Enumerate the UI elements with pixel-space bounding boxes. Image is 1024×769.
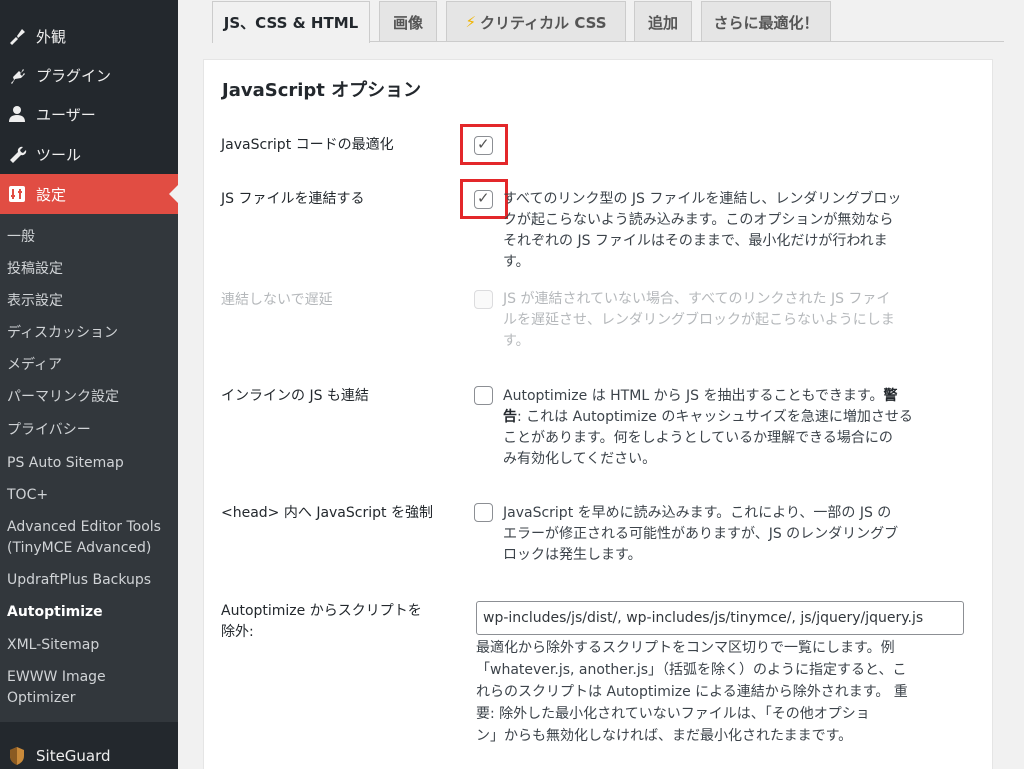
desc-line: JS が連結されていない場合、すべてのリンクされた JS ファイ xyxy=(503,291,891,307)
tab-label: クリティカル CSS xyxy=(480,13,607,32)
user-icon xyxy=(4,103,30,125)
checkbox-inline-js[interactable] xyxy=(474,386,493,405)
submenu-updraftplus[interactable]: UpdraftPlus Backups xyxy=(7,570,151,591)
desc-line: クが起こらないよう読み込みます。このオプションが無効なら xyxy=(503,212,894,228)
desc-line: 告: これは Autoptimize のキャッシュサイズを急速に増加させる xyxy=(503,407,963,428)
menu-label: 外観 xyxy=(36,27,67,46)
desc-line: す。 xyxy=(503,254,530,270)
desc-inline-js: Autoptimize は HTML から JS を抽出することもできます。警 … xyxy=(503,386,963,470)
desc-line: ロックは発生します。 xyxy=(503,547,642,563)
menu-settings[interactable]: 設定 xyxy=(0,174,178,214)
desc-line: すべてのリンク型の JS ファイルを連結し、レンダリングブロッ xyxy=(503,191,902,207)
submenu-toc-plus[interactable]: TOC+ xyxy=(7,485,48,506)
desc-line: み有効化してください。 xyxy=(503,451,657,467)
tab-bar: JS、CSS & HTML 画像 ⚡ クリティカル CSS 追加 さらに最適化！ xyxy=(178,0,1024,43)
paintbrush-icon xyxy=(4,25,30,47)
desc-defer-not-aggregate: JS が連結されていない場合、すべてのリンクされた JS ファイ ルを遅延させ、… xyxy=(503,289,963,352)
desc-line: ことがあります。何をしようとしているか理解できる場合にの xyxy=(503,430,893,446)
menu-plugins[interactable]: プラグイン xyxy=(0,55,178,95)
label-line: 除外: xyxy=(221,624,254,640)
help-line: 最適化から除外するスクリプトをコンマ区切りで一覧にします。例 xyxy=(476,640,895,656)
tab-label: さらに最適化！ xyxy=(713,13,819,32)
desc-line: エラーが修正される可能性がありますが、JS のレンダリングブ xyxy=(503,526,899,542)
menu-label: ツール xyxy=(36,145,82,164)
admin-sidebar: 外観 プラグイン ユーザー ツール 設定 一般 投稿設定 表示設定 ディスカッシ… xyxy=(0,0,178,769)
label-line: Autoptimize からスクリプトを xyxy=(221,603,422,619)
tab-js-css-html[interactable]: JS、CSS & HTML xyxy=(212,1,370,43)
panel-title: JavaScript オプション xyxy=(222,80,422,101)
label-optimize-js: JavaScript コードの最適化 xyxy=(221,137,394,153)
checkbox-defer-not-aggregate[interactable] xyxy=(474,290,493,309)
menu-label: ユーザー xyxy=(36,105,96,124)
checkbox-force-head[interactable] xyxy=(474,503,493,522)
tab-extra[interactable]: 追加 xyxy=(634,1,692,42)
desc-aggregate-js: すべてのリンク型の JS ファイルを連結し、レンダリングブロッ クが起こらないよ… xyxy=(503,189,963,273)
submenu-permalinks[interactable]: パーマリンク設定 xyxy=(7,387,119,408)
tab-critical-css[interactable]: ⚡ クリティカル CSS xyxy=(446,1,626,42)
submenu-autoptimize[interactable]: Autoptimize xyxy=(7,602,103,623)
submenu-media[interactable]: メディア xyxy=(7,355,62,376)
menu-appearance[interactable]: 外観 xyxy=(0,16,178,56)
menu-label: 設定 xyxy=(36,185,67,204)
tab-images[interactable]: 画像 xyxy=(379,1,437,42)
submenu-privacy[interactable]: プライバシー xyxy=(7,420,91,441)
help-line: 要: 除外した最小化されていないファイルは、「その他オプショ xyxy=(476,706,870,722)
desc-text: Autoptimize は HTML から JS を抽出することもできます。 xyxy=(503,388,884,404)
submenu-ps-auto-sitemap[interactable]: PS Auto Sitemap xyxy=(7,453,124,474)
submenu-xml-sitemap[interactable]: XML-Sitemap xyxy=(7,635,99,656)
desc-line: それぞれの JS ファイルはそのままで、最小化だけが行われま xyxy=(503,233,888,249)
desc-text: : これは Autoptimize のキャッシュサイズを急速に増加させる xyxy=(517,409,913,425)
desc-force-head: JavaScript を早めに読み込みます。これにより、一部の JS の エラー… xyxy=(503,503,963,566)
label-defer-not-aggregate: 連結しないで遅延 xyxy=(221,292,333,308)
settings-icon xyxy=(4,183,30,205)
help-line: 「whatever.js, another.js」（括弧を除く）のように指定する… xyxy=(476,662,907,678)
label-inline-js: インラインの JS も連結 xyxy=(221,388,369,404)
menu-tools[interactable]: ツール xyxy=(0,134,178,174)
tab-optimize-more[interactable]: さらに最適化！ xyxy=(701,1,831,42)
submenu-discussion[interactable]: ディスカッション xyxy=(7,323,118,344)
label-force-head: <head> 内へ JavaScript を強制 xyxy=(221,505,433,521)
desc-line: す。 xyxy=(503,333,530,349)
label-exclude-scripts: Autoptimize からスクリプトを 除外: xyxy=(221,601,461,643)
menu-label: プラグイン xyxy=(36,66,112,85)
submenu-general[interactable]: 一般 xyxy=(7,227,35,248)
tab-label: JS、CSS & HTML xyxy=(223,14,359,32)
wrench-icon xyxy=(4,143,30,165)
submenu-advanced-editor-tools-sub[interactable]: (TinyMCE Advanced) xyxy=(7,538,151,559)
menu-users[interactable]: ユーザー xyxy=(0,94,178,134)
tab-label: 画像 xyxy=(392,13,423,32)
settings-submenu: 一般 投稿設定 表示設定 ディスカッション メディア パーマリンク設定 プライバ… xyxy=(0,214,178,722)
desc-line: Autoptimize は HTML から JS を抽出することもできます。警 xyxy=(503,386,963,407)
lightning-icon: ⚡ xyxy=(465,13,476,31)
submenu-advanced-editor-tools[interactable]: Advanced Editor Tools xyxy=(7,517,161,538)
desc-line: JavaScript を早めに読み込みます。これにより、一部の JS の xyxy=(503,505,892,521)
checkbox-aggregate-js[interactable] xyxy=(474,189,493,209)
plugin-icon xyxy=(4,64,30,86)
exclude-scripts-input[interactable] xyxy=(476,601,964,635)
checkbox-optimize-js[interactable] xyxy=(474,135,493,155)
siteguard-shield-icon xyxy=(4,745,30,767)
submenu-reading[interactable]: 表示設定 xyxy=(7,291,63,312)
submenu-writing[interactable]: 投稿設定 xyxy=(7,259,63,280)
help-line: れらのスクリプトは Autoptimize による連結から除外されます。 重 xyxy=(476,684,908,700)
tab-label: 追加 xyxy=(647,13,678,32)
submenu-ewww[interactable]: EWWW Image xyxy=(7,667,106,688)
exclude-scripts-help: 最適化から除外するスクリプトをコンマ区切りで一覧にします。例 「whatever… xyxy=(476,637,966,747)
help-line: ン」からも無効化しなければ、まだ最小化されたままです。 xyxy=(476,728,853,744)
menu-siteguard[interactable]: SiteGuard xyxy=(0,736,178,769)
submenu-ewww-sub[interactable]: Optimizer xyxy=(7,688,76,709)
warning-label: 警 xyxy=(883,388,898,404)
desc-line: ルを遅延させ、レンダリングブロックが起こらないようにしま xyxy=(503,312,895,328)
label-aggregate-js: JS ファイルを連結する xyxy=(221,191,365,207)
menu-label: SiteGuard xyxy=(36,747,111,765)
warning-label-cont: 告 xyxy=(503,409,517,425)
